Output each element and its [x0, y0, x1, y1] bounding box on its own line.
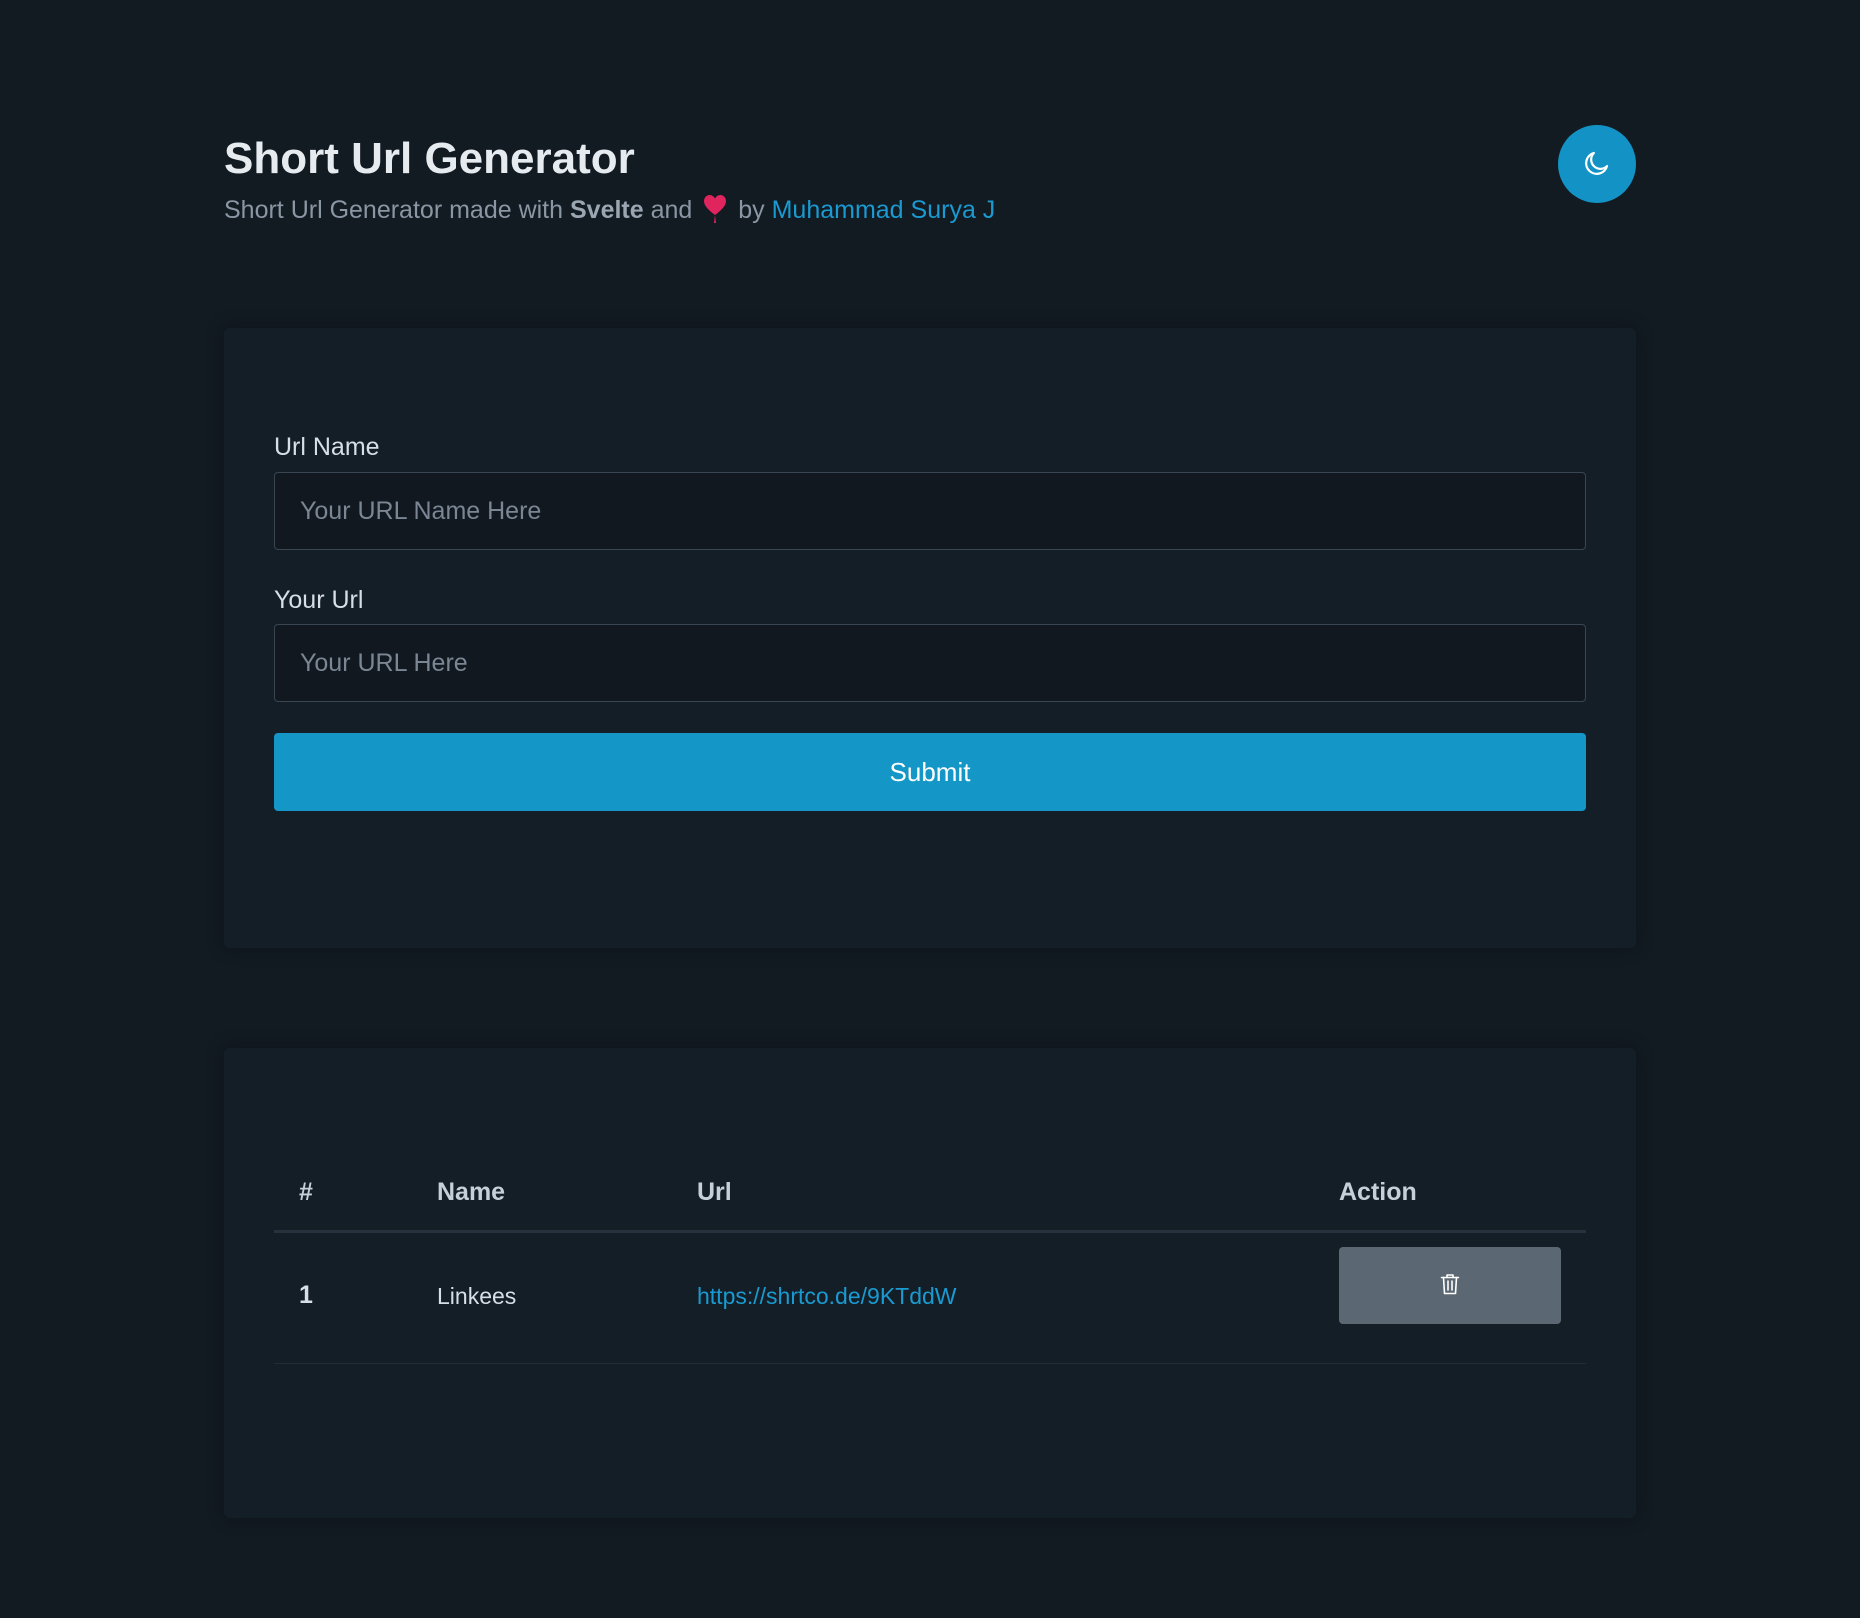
- url-table-card: # Name Url Action 1 Linkees https://shrt…: [224, 1048, 1636, 1518]
- column-header-url: Url: [697, 1178, 732, 1206]
- url-input[interactable]: [274, 624, 1586, 702]
- page-subtitle: Short Url Generator made with Svelte and…: [224, 192, 995, 228]
- submit-button[interactable]: Submit: [274, 733, 1586, 811]
- delete-button[interactable]: [1339, 1247, 1561, 1324]
- subtitle-by: by: [738, 196, 765, 224]
- column-header-number: #: [299, 1178, 313, 1206]
- row-url-cell: https://shrtco.de/9KTddW: [697, 1283, 957, 1310]
- framework-name: Svelte: [569, 196, 644, 224]
- page-title: Short Url Generator: [224, 134, 635, 183]
- subtitle-prefix: Short Url Generator made with: [224, 196, 564, 224]
- table-row: 1 Linkees https://shrtco.de/9KTddW: [274, 1233, 1586, 1364]
- column-header-name: Name: [437, 1178, 506, 1206]
- table-header: # Name Url Action: [274, 1158, 1586, 1233]
- url-form-card: Url Name Your Url Submit: [224, 328, 1636, 948]
- heart-icon: [703, 194, 727, 224]
- trash-icon: [1440, 1273, 1460, 1298]
- subtitle-and: and: [650, 196, 693, 224]
- page-header: Short Url Generator Short Url Generator …: [224, 132, 1636, 232]
- url-name-label: Url Name: [274, 433, 380, 461]
- url-name-input[interactable]: [274, 472, 1586, 550]
- moon-icon: [1582, 148, 1612, 181]
- url-label: Your Url: [274, 586, 364, 614]
- author-link[interactable]: Muhammad Surya J: [772, 196, 996, 224]
- theme-toggle-button[interactable]: [1558, 125, 1636, 203]
- column-header-action: Action: [1339, 1178, 1417, 1206]
- url-table: # Name Url Action 1 Linkees https://shrt…: [274, 1158, 1586, 1364]
- row-name: Linkees: [437, 1283, 517, 1309]
- row-number: 1: [299, 1281, 313, 1309]
- row-url-link[interactable]: https://shrtco.de/9KTddW: [697, 1283, 957, 1309]
